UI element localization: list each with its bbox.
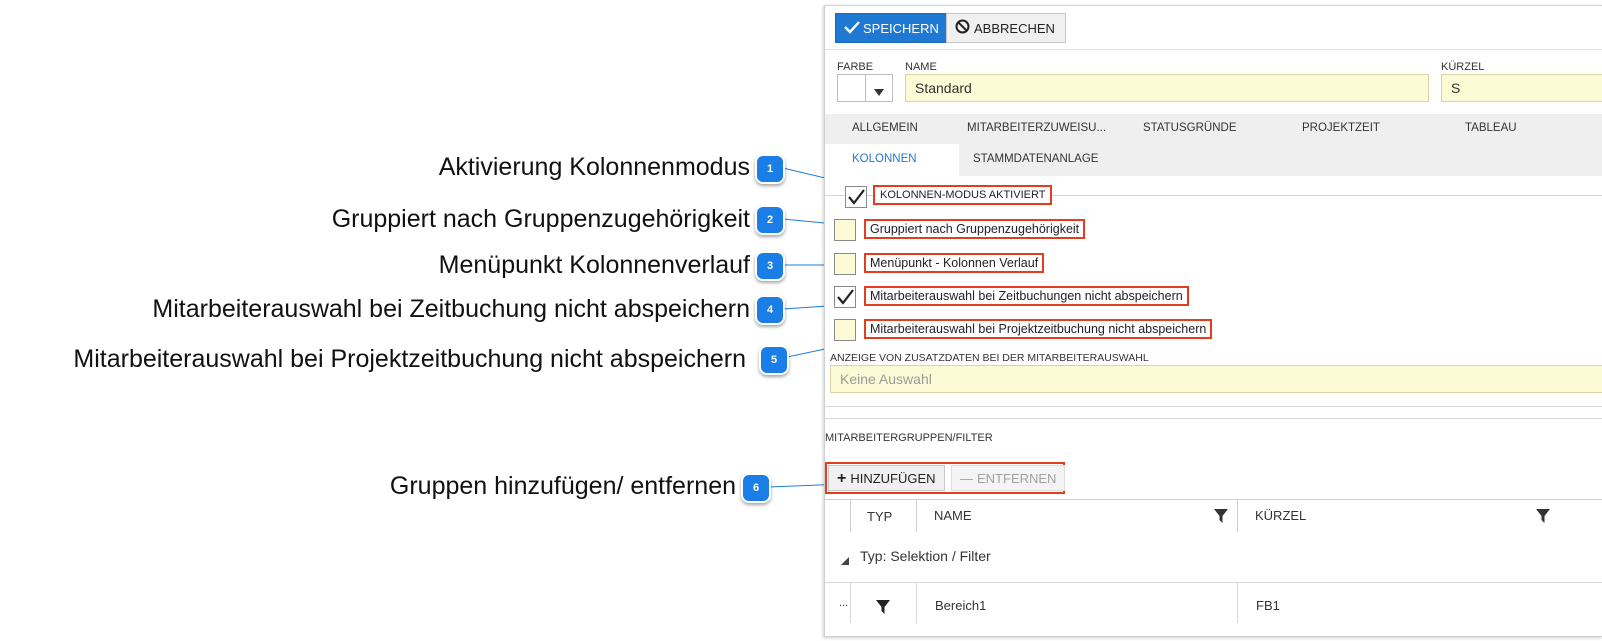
color-label: FARBE bbox=[837, 61, 874, 73]
filter-icon bbox=[876, 600, 890, 619]
name-label: NAME bbox=[905, 61, 937, 73]
column-header-name[interactable]: NAME bbox=[934, 508, 972, 523]
settings-panel: SPEICHERN ABBRECHEN FARBE NAME Standard … bbox=[824, 5, 1602, 637]
no-save-time-checkbox[interactable] bbox=[834, 286, 856, 308]
add-button-label: HINZUFÜGEN bbox=[850, 471, 936, 486]
remove-button-label: ENTFERNEN bbox=[977, 471, 1057, 486]
checkmark-icon bbox=[848, 189, 865, 210]
callout-badge-2: 2 bbox=[755, 205, 785, 235]
short-field[interactable]: S bbox=[1441, 74, 1602, 102]
kolonnen-mode-checkbox[interactable] bbox=[845, 186, 867, 208]
plus-icon: + bbox=[837, 470, 847, 487]
cancel-button-label: ABBRECHEN bbox=[974, 21, 1055, 36]
cancel-button[interactable]: ABBRECHEN bbox=[946, 13, 1066, 43]
no-save-project-label: Mitarbeiterauswahl bei Projektzeitbuchun… bbox=[864, 319, 1213, 339]
name-field[interactable]: Standard bbox=[905, 74, 1429, 102]
callout-badge-6: 6 bbox=[741, 473, 771, 503]
tab-statusgruende[interactable]: STATUSGRÜNDE bbox=[1143, 122, 1237, 134]
tab-tableau[interactable]: TABLEAU bbox=[1465, 122, 1517, 134]
caret-down-icon bbox=[874, 84, 884, 102]
toolbar-divider bbox=[825, 49, 1602, 50]
no-save-project-checkbox[interactable] bbox=[834, 319, 856, 341]
grid-header: TYP NAME KÜRZEL bbox=[825, 499, 1602, 533]
extra-data-label: ANZEIGE VON ZUSATZDATEN BEI DER MITARBEI… bbox=[830, 352, 1149, 364]
grouped-label: Gruppiert nach Gruppenzugehörigkeit bbox=[864, 219, 1086, 239]
filter-icon[interactable] bbox=[1214, 509, 1228, 528]
table-row[interactable]: ... Bereich1 FB1 bbox=[825, 582, 1602, 623]
group-row[interactable]: Typ: Selektion / Filter bbox=[825, 532, 1602, 582]
tab-row-1: ALLGEMEIN MITARBEITERZUWEISU... STATUSGR… bbox=[825, 114, 1602, 144]
column-header-typ[interactable]: TYP bbox=[867, 509, 892, 524]
group-header-text: Typ: Selektion / Filter bbox=[860, 548, 991, 564]
save-button[interactable]: SPEICHERN bbox=[835, 13, 950, 43]
callout-text-1: Aktivierung Kolonnenmodus bbox=[438, 153, 750, 181]
row-name: Bereich1 bbox=[935, 598, 987, 613]
tab-allgemein[interactable]: ALLGEMEIN bbox=[852, 122, 918, 134]
short-label: KÜRZEL bbox=[1441, 61, 1485, 73]
color-picker[interactable] bbox=[837, 74, 893, 102]
callout-badge-1: 1 bbox=[755, 154, 785, 184]
callout-text-2: Gruppiert nach Gruppenzugehörigkeit bbox=[331, 205, 750, 233]
add-button[interactable]: + HINZUFÜGEN bbox=[828, 465, 945, 491]
tab-projektzeit[interactable]: PROJEKTZEIT bbox=[1302, 122, 1380, 134]
callout-badge-5: 5 bbox=[759, 345, 789, 375]
callout-text-6: Gruppen hinzufügen/ entfernen bbox=[389, 472, 736, 500]
minus-icon: — bbox=[960, 471, 973, 486]
extra-data-select[interactable]: Keine Auswahl bbox=[830, 365, 1602, 393]
kolonnen-mode-label: KOLONNEN-MODUS AKTIVIERT bbox=[873, 185, 1053, 205]
callout-text-4: Mitarbeiterauswahl bei Zeitbuchung nicht… bbox=[152, 295, 750, 323]
column-header-kuerzel[interactable]: KÜRZEL bbox=[1255, 508, 1306, 523]
ban-icon bbox=[955, 15, 970, 45]
tab-kolonnen-label: KOLONNEN bbox=[852, 153, 917, 165]
grouped-checkbox[interactable] bbox=[834, 219, 856, 241]
tab-mitarbeiterzuweisung[interactable]: MITARBEITERZUWEISU... bbox=[967, 122, 1106, 134]
menu-item-label: Menüpunkt - Kolonnen Verlauf bbox=[864, 253, 1045, 273]
tab-kolonnen[interactable]: KOLONNEN bbox=[825, 144, 959, 176]
row-expander[interactable]: ... bbox=[839, 597, 848, 609]
remove-button[interactable]: — ENTFERNEN bbox=[951, 465, 1066, 491]
collapse-triangle-icon[interactable] bbox=[841, 552, 849, 570]
tab-stammdatenanlage[interactable]: STAMMDATENANLAGE bbox=[973, 153, 1098, 165]
filter-icon[interactable] bbox=[1536, 509, 1550, 528]
callout-text-5: Mitarbeiterauswahl bei Projektzeitbuchun… bbox=[73, 345, 746, 373]
callout-badge-4: 4 bbox=[755, 295, 785, 325]
callout-text-3: Menüpunkt Kolonnenverlauf bbox=[438, 251, 750, 279]
save-button-label: SPEICHERN bbox=[863, 21, 939, 36]
check-icon bbox=[844, 15, 860, 45]
row-short: FB1 bbox=[1256, 598, 1280, 613]
no-save-time-label: Mitarbeiterauswahl bei Zeitbuchungen nic… bbox=[864, 286, 1189, 306]
checkmark-icon bbox=[837, 289, 854, 310]
callout-badge-3: 3 bbox=[755, 251, 785, 281]
groups-section-label: MITARBEITERGRUPPEN/FILTER bbox=[825, 432, 993, 444]
menu-item-checkbox[interactable] bbox=[834, 253, 856, 275]
tab-row-2: KOLONNEN STAMMDATENANLAGE bbox=[825, 144, 1602, 176]
